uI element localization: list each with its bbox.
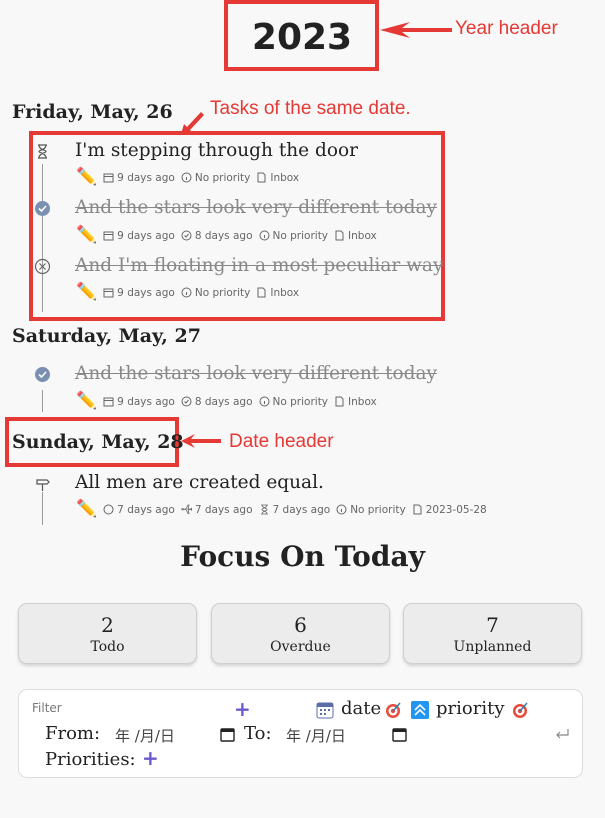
- annotation-year-header: Year header: [455, 18, 558, 39]
- check-circle-icon[interactable]: [34, 366, 51, 383]
- enter-icon[interactable]: [554, 728, 570, 742]
- todo-label: Todo: [90, 639, 125, 655]
- info-icon: [181, 172, 192, 183]
- priorities-label: Priorities:: [45, 749, 136, 770]
- file-icon: [335, 396, 344, 407]
- info-icon: [336, 504, 347, 515]
- file-icon: [257, 172, 266, 183]
- priority: No priority: [194, 171, 251, 184]
- date-header: Sunday, May, 28: [12, 431, 184, 453]
- task-meta: ✏️ 7 days ago 7 days ago 7 days ago No p…: [76, 501, 487, 518]
- circle-icon: [103, 504, 114, 515]
- calendar-icon: [316, 702, 334, 719]
- from-label: From:: [45, 723, 101, 744]
- check-circle-icon[interactable]: [34, 200, 51, 217]
- date-header: Friday, May, 26: [12, 101, 173, 123]
- info-icon: [259, 396, 270, 407]
- filter-panel: Filter + date priority From: 年 /月/日 To: …: [18, 689, 583, 778]
- list-name[interactable]: Inbox: [270, 172, 299, 184]
- cancelled-circle-icon[interactable]: [34, 258, 51, 275]
- focus-title: Focus On Today: [180, 540, 425, 573]
- task-meta: ✏️ 9 days ago No priority Inbox: [76, 284, 299, 301]
- to-date-input[interactable]: 年 /月/日: [286, 725, 346, 746]
- file-name[interactable]: 2023-05-28: [426, 504, 487, 516]
- task-title[interactable]: And I'm floating in a most peculiar way: [75, 255, 443, 276]
- pencil-icon[interactable]: ✏️: [76, 501, 97, 518]
- annotation-arrow-icon: [181, 434, 221, 448]
- calendar-picker-icon[interactable]: [220, 727, 235, 742]
- add-filter-button[interactable]: +: [234, 697, 251, 721]
- pencil-icon[interactable]: ✏️: [76, 227, 97, 244]
- add-priority-button[interactable]: +: [142, 746, 159, 770]
- sort-up-icon: [411, 701, 429, 719]
- priority: No priority: [272, 229, 329, 242]
- todo-count: 2: [101, 613, 114, 637]
- sort-date-label[interactable]: date: [341, 698, 381, 719]
- created-date: 9 days ago: [117, 171, 175, 184]
- pencil-icon[interactable]: ✏️: [76, 284, 97, 301]
- filter-label: Filter: [32, 701, 62, 715]
- file-icon: [257, 287, 266, 298]
- list-name[interactable]: Inbox: [270, 287, 299, 299]
- task-title[interactable]: I'm stepping through the door: [75, 140, 358, 161]
- created-date: 9 days ago: [117, 395, 175, 408]
- timeline-line: [42, 164, 43, 312]
- hourglass-icon: [260, 504, 268, 515]
- calendar-picker-icon[interactable]: [392, 727, 407, 742]
- year-header: 2023: [251, 16, 353, 58]
- task-title[interactable]: And the stars look very different today: [75, 363, 437, 384]
- date-header: Saturday, May, 27: [12, 325, 201, 347]
- annotation-arrow-icon: [380, 22, 452, 38]
- start-date: 7 days ago: [117, 503, 175, 516]
- priority: No priority: [350, 503, 406, 516]
- completed-date: 8 days ago: [194, 229, 253, 242]
- created-date: 9 days ago: [117, 286, 175, 299]
- completed-date: 8 days ago: [194, 395, 253, 408]
- created-date: 9 days ago: [117, 229, 175, 242]
- todo-card[interactable]: 2 Todo: [18, 603, 197, 664]
- signpost-icon[interactable]: [34, 475, 51, 492]
- pencil-icon[interactable]: ✏️: [76, 169, 97, 186]
- list-name[interactable]: Inbox: [348, 230, 377, 242]
- pencil-icon[interactable]: ✏️: [76, 393, 97, 410]
- task-meta: ✏️ 9 days ago 8 days ago No priority Inb…: [76, 227, 377, 244]
- file-icon: [413, 504, 422, 515]
- list-name[interactable]: Inbox: [348, 396, 377, 408]
- annotation-tasks-same-date: Tasks of the same date.: [210, 98, 411, 119]
- sort-priority-label[interactable]: priority: [436, 698, 504, 719]
- priority: No priority: [272, 395, 329, 408]
- airplane-icon: [181, 504, 192, 514]
- file-icon: [335, 230, 344, 241]
- calendar-icon: [103, 288, 114, 298]
- timeline-line: [42, 492, 43, 525]
- task-meta: ✏️ 9 days ago No priority Inbox: [76, 169, 299, 186]
- to-label: To:: [244, 723, 272, 744]
- due-date: 7 days ago: [272, 503, 331, 516]
- calendar-icon: [103, 231, 114, 241]
- calendar-icon: [103, 173, 114, 183]
- from-date-input[interactable]: 年 /月/日: [115, 725, 175, 746]
- info-icon: [181, 287, 192, 298]
- overdue-label: Overdue: [270, 639, 331, 655]
- timeline-line: [42, 390, 43, 412]
- info-icon: [259, 230, 270, 241]
- unplanned-label: Unplanned: [453, 639, 532, 655]
- priority: No priority: [194, 286, 251, 299]
- annotation-date-header: Date header: [229, 431, 334, 452]
- target-icon[interactable]: [511, 701, 529, 719]
- scheduled-date: 7 days ago: [194, 503, 253, 516]
- hourglass-icon[interactable]: [34, 143, 51, 160]
- check-circle-outline-icon: [181, 396, 192, 407]
- overdue-card[interactable]: 6 Overdue: [211, 603, 390, 664]
- unplanned-count: 7: [486, 613, 499, 637]
- overdue-count: 6: [294, 613, 307, 637]
- check-circle-outline-icon: [181, 230, 192, 241]
- task-title[interactable]: All men are created equal.: [75, 472, 324, 493]
- task-title[interactable]: And the stars look very different today: [75, 197, 437, 218]
- target-icon[interactable]: [384, 701, 402, 719]
- unplanned-card[interactable]: 7 Unplanned: [403, 603, 582, 664]
- calendar-icon: [103, 397, 114, 407]
- task-meta: ✏️ 9 days ago 8 days ago No priority Inb…: [76, 393, 377, 410]
